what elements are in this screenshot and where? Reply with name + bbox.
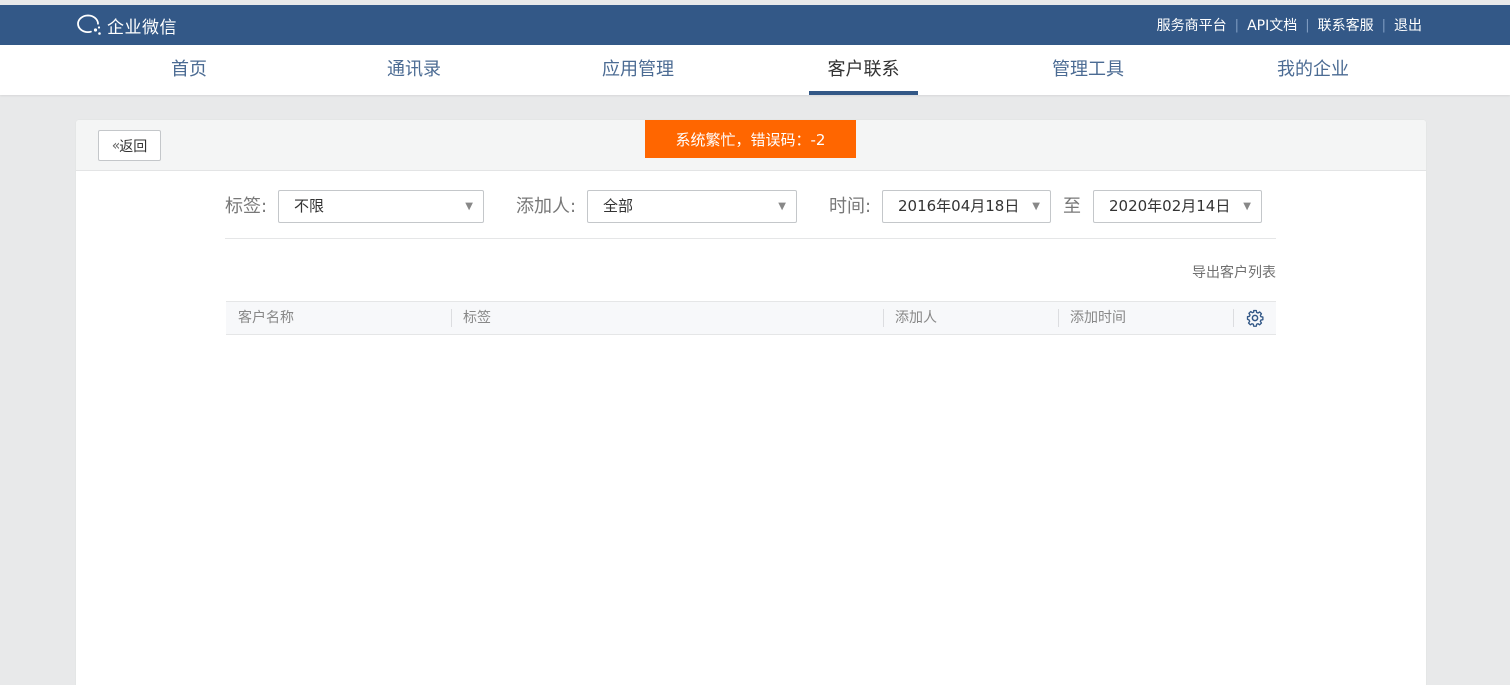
nav-item-contacts[interactable]: 通讯录 xyxy=(386,45,442,95)
customer-table-header: 客户名称 标签 添加人 添加时间 xyxy=(226,301,1276,335)
service-platform-link[interactable]: 服务商平台 xyxy=(1157,15,1227,35)
link-separator: | xyxy=(1234,17,1240,33)
contact-support-link[interactable]: 联系客服 xyxy=(1318,15,1374,35)
back-button-label: 返回 xyxy=(119,138,148,155)
adder-filter-value: 全部 xyxy=(603,197,634,215)
nav-item-management-tools[interactable]: 管理工具 xyxy=(1051,45,1125,95)
end-date-value: 2020年02月14日 xyxy=(1109,197,1231,215)
column-header-add-time[interactable]: 添加时间 xyxy=(1070,302,1126,334)
caret-down-icon: ▼ xyxy=(1243,201,1251,212)
nav-item-home[interactable]: 首页 xyxy=(170,45,208,95)
column-divider xyxy=(883,309,884,327)
date-range-to-label: 至 xyxy=(1063,196,1081,217)
end-date-select[interactable]: 2020年02月14日 ▼ xyxy=(1093,190,1262,223)
wecom-bubble-icon xyxy=(75,13,105,37)
column-divider xyxy=(1233,309,1234,327)
top-bar: 企业微信 服务商平台 | API文档 | 联系客服 | 退出 xyxy=(0,5,1510,45)
double-chevron-left-icon: « xyxy=(111,137,120,154)
adder-filter-label: 添加人: xyxy=(516,196,577,217)
column-header-customer-name[interactable]: 客户名称 xyxy=(238,302,294,334)
start-date-value: 2016年04月18日 xyxy=(898,197,1020,215)
logo-text: 企业微信 xyxy=(107,17,177,38)
start-date-select[interactable]: 2016年04月18日 ▼ xyxy=(882,190,1051,223)
adder-filter-select[interactable]: 全部 ▼ xyxy=(587,190,797,223)
link-separator: | xyxy=(1381,17,1386,33)
tag-filter-select[interactable]: 不限 ▼ xyxy=(278,190,484,223)
filter-divider xyxy=(225,238,1276,239)
nav-item-app-management[interactable]: 应用管理 xyxy=(601,45,675,95)
back-button[interactable]: « 返回 xyxy=(98,130,161,161)
nav-item-customer-contact[interactable]: 客户联系 xyxy=(809,45,918,95)
column-header-adder[interactable]: 添加人 xyxy=(895,302,937,334)
api-docs-link[interactable]: API文档 xyxy=(1247,15,1297,35)
export-customer-list-link[interactable]: 导出客户列表 xyxy=(1192,262,1276,282)
nav-item-my-company[interactable]: 我的企业 xyxy=(1276,45,1350,95)
caret-down-icon: ▼ xyxy=(778,201,786,212)
gear-icon[interactable] xyxy=(1246,309,1264,327)
app-logo[interactable]: 企业微信 xyxy=(75,13,177,38)
main-nav: 首页 通讯录 应用管理 客户联系 管理工具 我的企业 xyxy=(0,45,1510,95)
column-header-tags[interactable]: 标签 xyxy=(463,302,491,334)
top-links: 服务商平台 | API文档 | 联系客服 | 退出 xyxy=(1157,5,1422,45)
tag-filter-label: 标签: xyxy=(225,196,268,217)
link-separator: | xyxy=(1305,17,1310,33)
tag-filter-value: 不限 xyxy=(294,197,325,215)
filter-bar: 标签: 不限 ▼ 添加人: 全部 ▼ 时间: 2016年04月18日 ▼ 至 2… xyxy=(225,190,1276,223)
column-divider xyxy=(451,309,452,327)
column-divider xyxy=(1058,309,1059,327)
caret-down-icon: ▼ xyxy=(1032,201,1040,212)
time-filter-label: 时间: xyxy=(829,196,872,217)
logout-link[interactable]: 退出 xyxy=(1394,15,1422,35)
error-toast: 系统繁忙，错误码：-2 xyxy=(645,120,856,158)
caret-down-icon: ▼ xyxy=(465,201,473,212)
